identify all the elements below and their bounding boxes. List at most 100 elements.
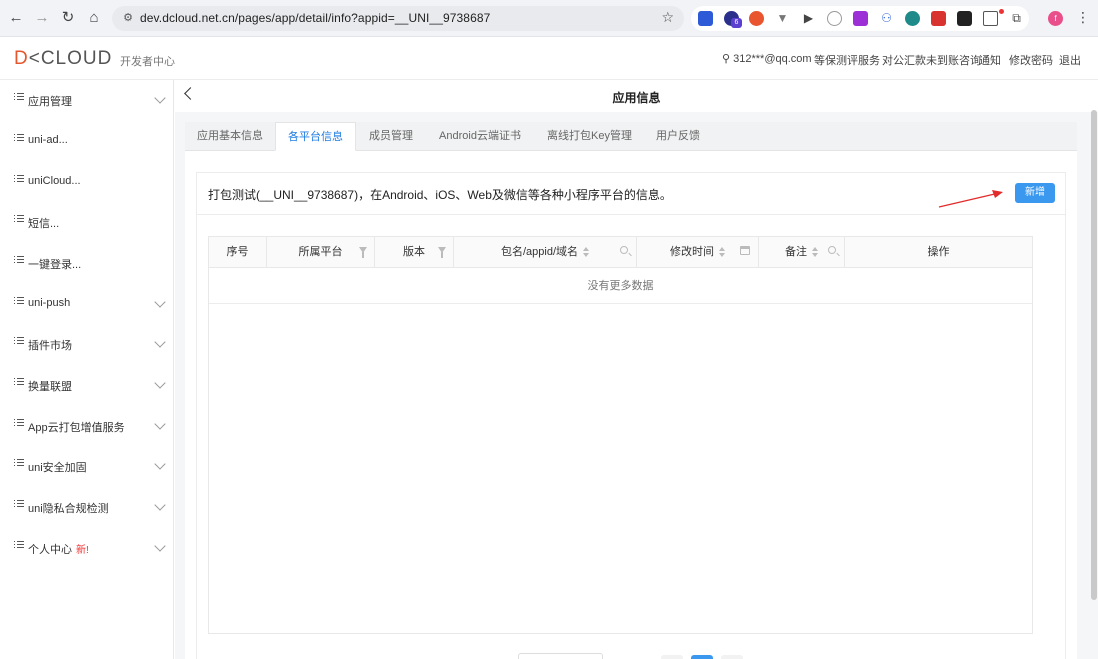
list-icon: [14, 256, 24, 266]
card-header: 打包测试(__UNI__9738687)，在Android、iOS、Web及微信…: [197, 173, 1065, 215]
cloud-extension-icon[interactable]: [905, 11, 920, 26]
user-icon: ⚲: [722, 53, 731, 65]
list-icon: [14, 419, 24, 429]
shield-extension-icon[interactable]: [827, 11, 842, 26]
account-link[interactable]: ⚲ 312***@qq.com: [722, 52, 812, 65]
chevron-down-icon: [154, 458, 166, 470]
filter-icon[interactable]: [438, 247, 446, 258]
column-header-actions: 操作: [927, 246, 950, 258]
page-scrollbar[interactable]: [1091, 110, 1097, 600]
orange-extension-icon[interactable]: [749, 11, 764, 26]
platform-table: 序号 所属平台 版本 包名/appid/域名 修改时间 备注 操作 没有更多数据: [208, 236, 1033, 634]
dcloud-logo[interactable]: D<CLOUD: [14, 48, 112, 70]
sidebar-item-uni-ad[interactable]: uni-ad...: [0, 128, 174, 154]
sort-icon[interactable]: [583, 247, 590, 257]
table-header: 序号 所属平台 版本 包名/appid/域名 修改时间 备注 操作: [208, 236, 1033, 268]
list-icon: [14, 93, 24, 103]
play-extension-icon[interactable]: ▶: [801, 11, 816, 26]
chevron-down-icon: [154, 92, 166, 104]
site-settings-icon[interactable]: ⚙: [120, 10, 136, 26]
page-title: 应用信息: [612, 91, 661, 105]
chevron-down-icon: [154, 499, 166, 511]
tab-bar: 应用基本信息 各平台信息 成员管理 Android云端证书 离线打包Key管理 …: [185, 122, 1077, 151]
list-icon: [14, 175, 24, 185]
tab-user-feedback[interactable]: 用户反馈: [645, 122, 711, 151]
tab-android-cloud-cert[interactable]: Android云端证书: [426, 122, 534, 151]
sidebar-item-sms[interactable]: 短信...: [0, 209, 174, 235]
filter-icon[interactable]: [359, 247, 367, 258]
list-icon: [14, 500, 24, 510]
list-icon: [14, 215, 24, 225]
extension-badge: 6: [731, 18, 742, 28]
sort-icon[interactable]: [719, 247, 725, 257]
tabs-extension-icon[interactable]: [983, 11, 998, 26]
tab-app-basic-info[interactable]: 应用基本信息: [185, 122, 275, 151]
forward-nav-icon[interactable]: →: [33, 9, 51, 27]
payment-inquiry-link[interactable]: 对公汇款未到账咨询: [882, 52, 981, 68]
home-icon[interactable]: ⌂: [85, 9, 103, 27]
column-header-platform: 所属平台: [267, 237, 375, 267]
chevron-down-icon: [154, 418, 166, 430]
sidebar-item-plugin-market[interactable]: 插件市场: [0, 331, 174, 357]
empty-state-text: 没有更多数据: [209, 268, 1032, 304]
logout-link[interactable]: 退出: [1059, 52, 1081, 68]
vue-extension-icon[interactable]: ▼: [775, 11, 790, 26]
s-extension-icon[interactable]: [957, 11, 972, 26]
sidebar-item-cloud-build-services[interactable]: App云打包增值服务: [0, 413, 174, 439]
profile-avatar[interactable]: f: [1048, 11, 1063, 26]
notification-link[interactable]: 通知: [979, 52, 1001, 68]
list-icon: [14, 541, 24, 551]
search-icon[interactable]: [620, 246, 628, 254]
fe-extension-icon[interactable]: [931, 11, 946, 26]
bookmark-star-icon[interactable]: ☆: [661, 9, 674, 26]
url-text[interactable]: dev.dcloud.net.cn/pages/app/detail/info?…: [140, 11, 490, 25]
chevron-down-icon: [154, 377, 166, 389]
word-extension-icon[interactable]: [698, 11, 713, 26]
sidebar-item-uni-privacy-check[interactable]: uni隐私合规检测: [0, 494, 174, 520]
address-bar[interactable]: ⚙ dev.dcloud.net.cn/pages/app/detail/inf…: [112, 6, 684, 31]
main-content: 应用信息 应用基本信息 各平台信息 成员管理 Android云端证书 离线打包K…: [175, 80, 1098, 659]
column-header-package-name: 包名/appid/域名: [454, 237, 637, 267]
chevron-down-icon: [154, 336, 166, 348]
sidebar: 应用管理 uni-ad... uniCloud... 短信... 一键登录...…: [0, 80, 174, 659]
tab-member-management[interactable]: 成员管理: [356, 122, 426, 151]
sidebar-item-one-click-login[interactable]: 一键登录...: [0, 250, 174, 276]
logo-subtitle: 开发者中心: [120, 56, 175, 68]
add-button[interactable]: 新增: [1015, 183, 1055, 203]
browser-menu-icon[interactable]: ⋮: [1076, 9, 1090, 26]
chevron-down-icon: [154, 540, 166, 552]
column-header-remarks: 备注: [759, 237, 845, 267]
new-badge: 新!: [76, 545, 89, 556]
sort-icon[interactable]: [812, 247, 818, 257]
download-extension-icon[interactable]: [853, 11, 868, 26]
network-extension-icon[interactable]: ⚇: [879, 11, 894, 26]
app-header: D<CLOUD 开发者中心 ⚲ 312***@qq.com 等保测评服务 对公汇…: [0, 37, 1098, 80]
tab-offline-key-management[interactable]: 离线打包Key管理: [534, 122, 645, 151]
extensions-bar: ▼ ▶ ⚇ ⧉: [691, 6, 1029, 31]
calendar-icon[interactable]: [740, 246, 750, 255]
list-icon: [14, 378, 24, 388]
sidebar-item-uni-security[interactable]: uni安全加固: [0, 453, 174, 479]
sidebar-item-app-management[interactable]: 应用管理: [0, 87, 174, 113]
page-size-select[interactable]: [518, 653, 603, 659]
list-icon: [14, 134, 24, 144]
reload-icon[interactable]: ↻: [59, 9, 77, 27]
sidebar-item-traffic-alliance[interactable]: 换量联盟: [0, 372, 174, 398]
back-nav-icon[interactable]: ←: [7, 9, 25, 27]
next-page-button[interactable]: [721, 655, 743, 659]
prev-page-button[interactable]: [661, 655, 683, 659]
card-title: 打包测试(__UNI__9738687)，在Android、iOS、Web及微信…: [208, 188, 672, 202]
tab-platform-info[interactable]: 各平台信息: [275, 122, 356, 151]
change-password-link[interactable]: 修改密码: [1009, 52, 1053, 68]
chevron-down-icon: [154, 296, 166, 308]
current-page-button[interactable]: [691, 655, 713, 659]
sidebar-item-uni-push[interactable]: uni-push: [0, 291, 174, 317]
puzzle-extensions-icon[interactable]: ⧉: [1009, 11, 1024, 26]
column-header-version: 版本: [375, 237, 454, 267]
list-icon: [14, 459, 24, 469]
search-icon[interactable]: [828, 246, 836, 254]
sidebar-item-personal-center[interactable]: 个人中心 新!: [0, 535, 174, 561]
security-service-link[interactable]: 等保测评服务: [814, 52, 880, 68]
annotation-arrow-icon: [938, 190, 1003, 208]
sidebar-item-unicloud[interactable]: uniCloud...: [0, 169, 174, 195]
